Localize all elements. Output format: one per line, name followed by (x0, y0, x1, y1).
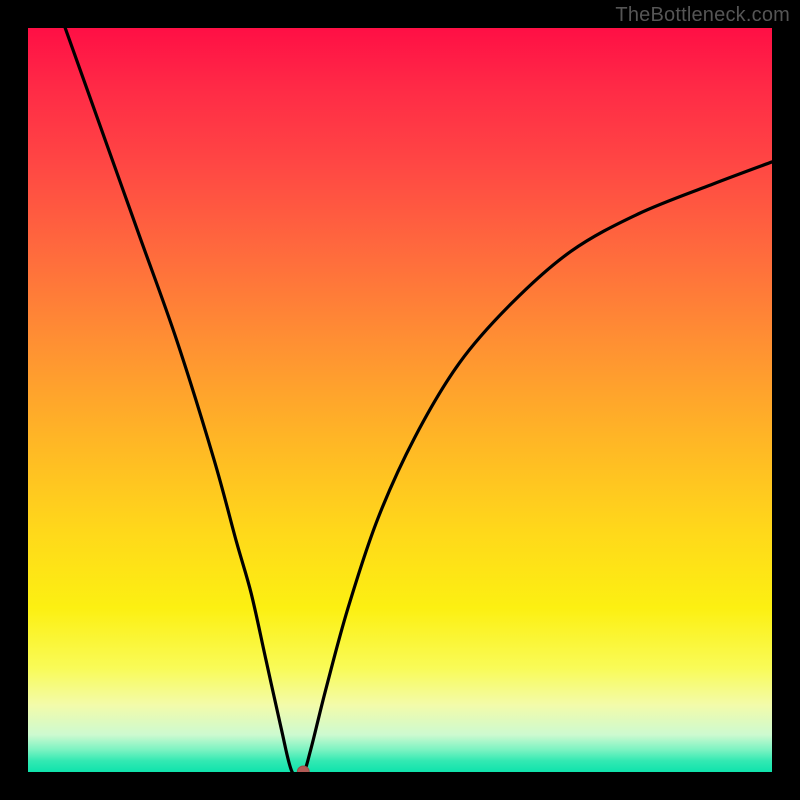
plot-area (28, 28, 772, 772)
bottleneck-curve (28, 28, 772, 772)
watermark-text: TheBottleneck.com (615, 4, 790, 27)
chart-frame: TheBottleneck.com (0, 0, 800, 800)
